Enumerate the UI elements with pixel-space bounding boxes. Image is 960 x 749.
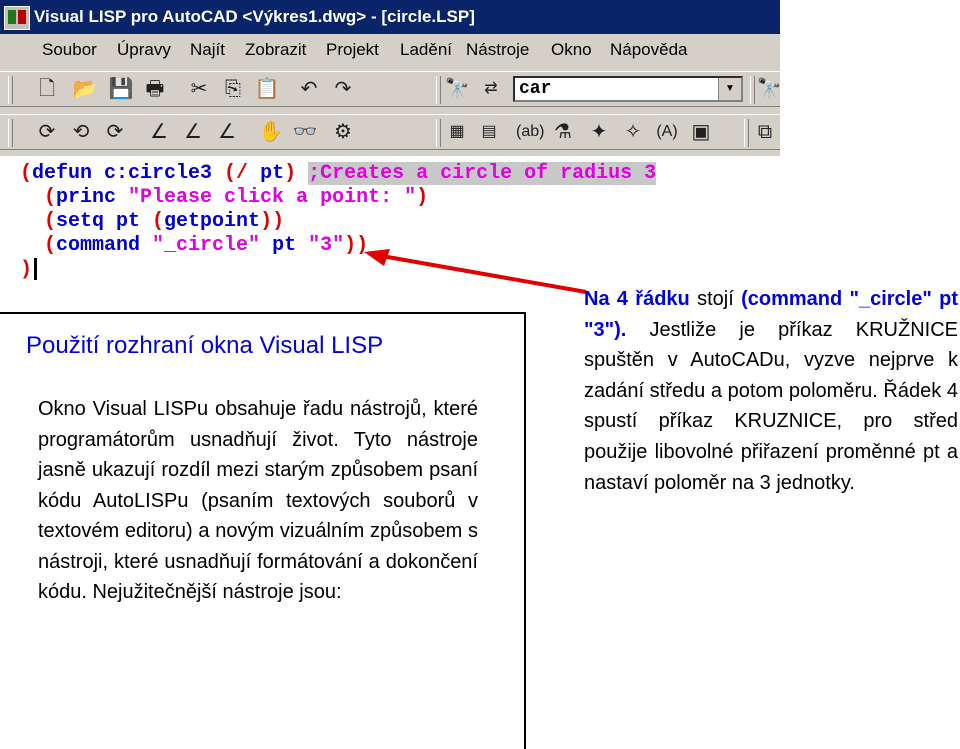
menu-okno[interactable]: Okno bbox=[551, 36, 592, 64]
open-file-icon[interactable]: 📂 bbox=[72, 76, 98, 102]
apropos-icon[interactable]: (ab) bbox=[516, 119, 544, 145]
code-string: "Please click a point: " bbox=[128, 186, 417, 209]
paste-icon[interactable]: 📋 bbox=[254, 76, 280, 102]
load-window-icon[interactable]: ▦ bbox=[444, 119, 470, 145]
paren: ( bbox=[44, 210, 57, 233]
outdent-icon[interactable]: ∠ bbox=[180, 119, 206, 145]
section-body: Okno Visual LISPu obsahuje řadu nástrojů… bbox=[38, 398, 478, 603]
indent-icon[interactable]: ∠ bbox=[146, 119, 172, 145]
code-keyword: command bbox=[56, 234, 153, 257]
paren: (/ bbox=[224, 162, 261, 185]
toolbar-grip[interactable] bbox=[8, 119, 13, 147]
explanation-part: stojí bbox=[689, 288, 742, 310]
line-reference: Na 4 řádku bbox=[584, 288, 690, 310]
code-arg: pt bbox=[260, 234, 309, 257]
paren: ) bbox=[20, 258, 33, 282]
standard-toolbar: 🗋 📂 💾 🖶 ✂ ⎘ 📋 ↶ ↷ 🔭 ⇄ ▼ 🔭 bbox=[0, 71, 780, 107]
activate-autocad-icon[interactable]: ⚙ bbox=[330, 119, 356, 145]
code-string: "_circle" bbox=[152, 234, 261, 257]
menu-soubor[interactable]: Soubor bbox=[42, 36, 97, 64]
arrow-head bbox=[364, 249, 390, 266]
menu-napoveda[interactable]: Nápověda bbox=[610, 36, 688, 64]
code-comment: ;Creates a circle of radius 3 bbox=[308, 162, 657, 185]
chevron-down-icon[interactable]: ▼ bbox=[718, 78, 741, 100]
explanation-text: Na 4 řádku stojí (command "_circle" pt "… bbox=[584, 284, 958, 498]
console-icon[interactable]: ▣ bbox=[688, 119, 714, 145]
explanation-part: Jestliže je příkaz KRUŽNICE spuštěn v Au… bbox=[584, 318, 958, 494]
find-icon[interactable]: 🔭 bbox=[444, 76, 470, 102]
menu-bar: Soubor Úpravy Najít Zobrazit Projekt Lad… bbox=[0, 36, 780, 64]
find-toolbar-icon[interactable]: 🔭 bbox=[756, 76, 780, 102]
inspect-window-icon[interactable]: ✦ bbox=[586, 119, 612, 145]
toolbar-grip[interactable] bbox=[744, 119, 749, 147]
toolbar-grip[interactable] bbox=[750, 76, 755, 104]
box-border-top bbox=[0, 312, 526, 314]
menu-nastroje[interactable]: Nástroje bbox=[466, 36, 529, 64]
code-keyword: princ bbox=[56, 186, 129, 209]
toolbar-grip[interactable] bbox=[436, 119, 441, 147]
toolbar-grip[interactable] bbox=[8, 76, 13, 104]
help-icon[interactable]: ⚗ bbox=[550, 119, 576, 145]
menu-upravy[interactable]: Úpravy bbox=[117, 36, 171, 64]
redo-icon[interactable]: ↷ bbox=[330, 76, 356, 102]
load-text-icon[interactable]: ⟳ bbox=[102, 119, 128, 145]
box-border-right bbox=[524, 312, 526, 749]
toolbar-grip[interactable] bbox=[436, 76, 441, 104]
menu-projekt[interactable]: Projekt bbox=[326, 36, 379, 64]
save-icon[interactable]: 💾 bbox=[108, 76, 134, 102]
load-active-window-icon[interactable]: ⟳ bbox=[34, 119, 60, 145]
code-line-3: (setq pt (getpoint)) bbox=[44, 210, 284, 234]
copy-icon[interactable]: ⎘ bbox=[220, 76, 246, 102]
menu-najit[interactable]: Najít bbox=[190, 36, 225, 64]
window-title: Visual LISP pro AutoCAD <Výkres1.dwg> - … bbox=[34, 7, 475, 26]
description-box: Použití rozhraní okna Visual LISP Okno V… bbox=[0, 312, 526, 749]
pointer-arrow bbox=[364, 249, 587, 294]
paren: ( bbox=[20, 162, 33, 185]
code-line-4: (command "_circle" pt "3")) bbox=[44, 234, 368, 258]
code-line-5: ) bbox=[20, 258, 38, 282]
paren: ( bbox=[152, 210, 165, 233]
find-combo[interactable]: ▼ bbox=[513, 76, 743, 102]
paren: ( bbox=[44, 186, 57, 209]
print-icon[interactable]: 🖶 bbox=[142, 76, 168, 102]
code-keyword: setq pt bbox=[56, 210, 153, 233]
code-string: "3" bbox=[308, 234, 345, 257]
menu-zobrazit[interactable]: Zobrazit bbox=[245, 36, 306, 64]
paren: ( bbox=[44, 234, 57, 257]
code-keyword: defun c:circle3 bbox=[32, 162, 225, 185]
section-title: Použití rozhraní okna Visual LISP bbox=[26, 332, 384, 359]
undo-icon[interactable]: ↶ bbox=[296, 76, 322, 102]
check-icon[interactable]: ▤ bbox=[476, 119, 502, 145]
paren: ) bbox=[416, 186, 429, 209]
code-keyword: getpoint bbox=[164, 210, 261, 233]
paren: )) bbox=[260, 210, 285, 233]
format-icon[interactable]: ∠ bbox=[214, 119, 240, 145]
trace-icon[interactable]: (A) bbox=[654, 119, 680, 145]
load-selected-text-icon[interactable]: ⟲ bbox=[68, 119, 94, 145]
tools-toolbar: ⟳ ⟲ ⟳ ∠ ∠ ∠ ✋ 👓 ⚙ ▦ ▤ (ab) ⚗ ✦ ✧ (A) ▣ ⧉ bbox=[0, 114, 780, 150]
symbol-service-icon[interactable]: ✧ bbox=[620, 119, 646, 145]
paren: ) bbox=[284, 162, 297, 185]
title-bar[interactable]: Visual LISP pro AutoCAD <Výkres1.dwg> - … bbox=[0, 0, 780, 34]
replace-icon[interactable]: ⇄ bbox=[478, 76, 504, 102]
inspect-icon[interactable]: 👓 bbox=[292, 119, 318, 145]
cut-icon[interactable]: ✂ bbox=[186, 76, 212, 102]
visual-lisp-window: Visual LISP pro AutoCAD <Výkres1.dwg> - … bbox=[0, 0, 780, 156]
code-arg: pt bbox=[260, 162, 285, 185]
find-combo-input[interactable] bbox=[515, 78, 723, 100]
text-cursor bbox=[34, 258, 38, 280]
menu-ladeni[interactable]: Ladění bbox=[400, 36, 452, 64]
new-file-icon[interactable]: 🗋 bbox=[34, 76, 60, 102]
code-line-1: (defun c:circle3 (/ pt) ;Creates a circl… bbox=[20, 162, 657, 186]
select-object-icon[interactable]: ✋ bbox=[258, 119, 284, 145]
code-line-2: (princ "Please click a point: ") bbox=[44, 186, 428, 210]
code-editor[interactable]: (defun c:circle3 (/ pt) ;Creates a circl… bbox=[0, 156, 700, 286]
app-icon[interactable] bbox=[4, 6, 30, 30]
visual-lisp-console-icon[interactable]: ⧉ bbox=[752, 119, 778, 145]
arrow-shaft bbox=[381, 254, 587, 294]
